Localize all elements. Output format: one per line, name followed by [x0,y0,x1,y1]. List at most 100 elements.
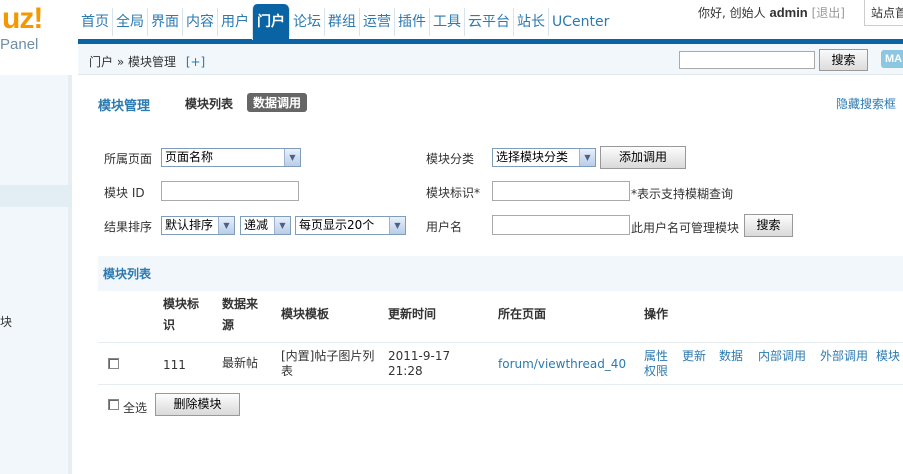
logo-subtitle: Panel [0,36,39,53]
breadcrumb-bar: 门户 » 模块管理 [+] 搜索 MA [78,44,903,75]
user-info: 你好, 创始人 admin [退出] [698,4,845,21]
cell-updated-line2: 21:28 [388,364,423,378]
row-checkbox[interactable] [108,358,119,369]
nav-tab-plugin[interactable]: 插件 [394,8,429,36]
sidebar-active-item[interactable] [0,185,72,207]
cell-page-link[interactable]: forum/viewthread_40 [498,357,626,372]
header-data-source: 数据来 源 [222,294,258,336]
breadcrumb-path[interactable]: 门户 » 模块管理 [89,55,176,69]
op-permissions-line2[interactable]: 权限 [644,364,668,379]
order-select[interactable]: 递减 ▼ [240,216,291,235]
nav-tab-forum[interactable]: 论坛 [289,8,324,36]
add-call-button[interactable]: 添加调用 [600,146,686,169]
op-external-call-link[interactable]: 外部调用 [820,349,868,364]
header-updated: 更新时间 [388,307,437,321]
per-page-select[interactable]: 每页显示20个 ▼ [295,216,406,235]
nav-tab-style[interactable]: 界面 [147,8,182,36]
cell-updated: 2011-9-17 21:28 [388,349,450,379]
cell-data-source: 最新帖 [222,356,259,370]
sort-label: 结果排序 [104,220,153,234]
top-search-button[interactable]: 搜索 [819,49,868,71]
category-select[interactable]: 选择模块分类 ▼ [492,148,596,167]
header-template: 模块模板 [281,307,330,321]
cell-template-line1: [内置]帖子图片列 [281,349,375,363]
sort-select-value: 默认排序 [165,218,214,232]
user-label: 用户名 [426,220,463,234]
page-label: 所属页面 [104,152,153,166]
greeting: 你好, 创始人 [698,6,766,20]
nav-tab-cloud[interactable]: 云平台 [464,8,513,36]
sidebar-item-label[interactable]: 块 [0,313,12,330]
cell-template-line2: 表 [281,364,294,378]
delete-blocks-button[interactable]: 删除模块 [155,393,240,416]
header-page: 所在页面 [498,307,547,321]
op-internal-call-link[interactable]: 内部调用 [758,349,806,364]
sort-select[interactable]: 默认排序 ▼ [161,216,235,235]
header-data-source-line2: 源 [222,318,235,332]
logo: uz! Panel [0,0,78,75]
order-select-value: 递减 [244,218,269,232]
chevron-down-icon: ▼ [284,149,300,166]
row-divider [98,342,903,343]
nav-tab-global[interactable]: 全局 [112,8,147,36]
cell-updated-line1: 2011-9-17 [388,349,451,363]
site-home-link[interactable]: 站点首页 [864,0,903,26]
category-label: 模块分类 [426,152,475,166]
page-select[interactable]: 页面名称 ▼ [161,148,301,167]
nav-tab-user[interactable]: 用户 [217,8,252,36]
ident-label: 模块标识* [426,186,481,200]
breadcrumb: 门户 » 模块管理 [+] [89,53,205,70]
select-all-label[interactable]: 全选 [123,399,147,416]
page-title: 模块管理 [98,99,151,114]
block-id-input[interactable] [161,181,299,201]
op-data-link[interactable]: 数据 [719,349,743,364]
sidebar: 块 [0,75,72,474]
username-input[interactable] [492,215,630,235]
op-properties-link[interactable]: 属性 权限 [644,349,668,379]
page-select-value: 页面名称 [165,150,214,164]
header-block-id: 模块标 识 [163,294,199,336]
nav-tab-content[interactable]: 内容 [182,8,217,36]
chevron-down-icon: ▼ [579,149,595,166]
user-hint: 此用户名可管理模块 [631,221,740,235]
map-button[interactable]: MA [881,50,903,68]
op-more-link[interactable]: 模块 [876,349,900,364]
block-list-section: 模块列表 [98,256,903,291]
top-search-input[interactable] [679,51,815,69]
category-select-value: 选择模块分类 [496,150,569,164]
row-divider [98,384,903,385]
op-update-link[interactable]: 更新 [682,349,706,364]
per-page-select-value: 每页显示20个 [299,218,375,232]
nav-tab-tools[interactable]: 工具 [429,8,464,36]
header-block-id-line1: 模块标 [163,297,200,311]
fuzzy-hint: *表示支持模糊查询 [631,187,734,201]
main-content: 模块管理 模块列表 数据调用 隐藏搜索框 所属页面 页面名称 ▼ 模块分类 选择… [78,76,903,474]
cell-template: [内置]帖子图片列 表 [281,349,374,379]
header-data-source-line1: 数据来 [222,297,259,311]
nav-tab-home[interactable]: 首页 [78,8,112,36]
logo-text: uz! [2,2,43,35]
cell-block-id: 111 [163,358,186,372]
top-nav: 首页 全局 界面 内容 用户 门户 论坛 群组 运营 插件 工具 云平台 站长 … [78,0,903,44]
nav-tab-ucenter[interactable]: UCenter [548,8,612,36]
username: admin [769,5,808,20]
tab-data-call[interactable]: 数据调用 [247,93,308,112]
nav-tab-portal[interactable]: 门户 [252,4,289,40]
logout-link[interactable]: [退出] [812,6,845,20]
op-properties-line1[interactable]: 属性 [644,349,668,364]
nav-tab-founder[interactable]: 站长 [513,8,548,36]
search-button[interactable]: 搜索 [744,214,793,237]
header-ops: 操作 [644,307,669,321]
block-ident-input[interactable] [492,181,630,201]
chevron-down-icon: ▼ [389,217,405,234]
header-block-id-line2: 识 [163,318,176,332]
hide-search-link[interactable]: 隐藏搜索框 [836,95,896,112]
nav-tab-operation[interactable]: 运营 [359,8,394,36]
section-title: 模块列表 [103,267,152,281]
chevron-down-icon: ▼ [218,217,234,234]
tab-block-list[interactable]: 模块列表 [185,95,233,112]
id-label: 模块 ID [104,186,145,200]
nav-tab-group[interactable]: 群组 [324,8,359,36]
add-shortcut-link[interactable]: [+] [186,55,205,69]
select-all-checkbox[interactable] [108,399,119,410]
